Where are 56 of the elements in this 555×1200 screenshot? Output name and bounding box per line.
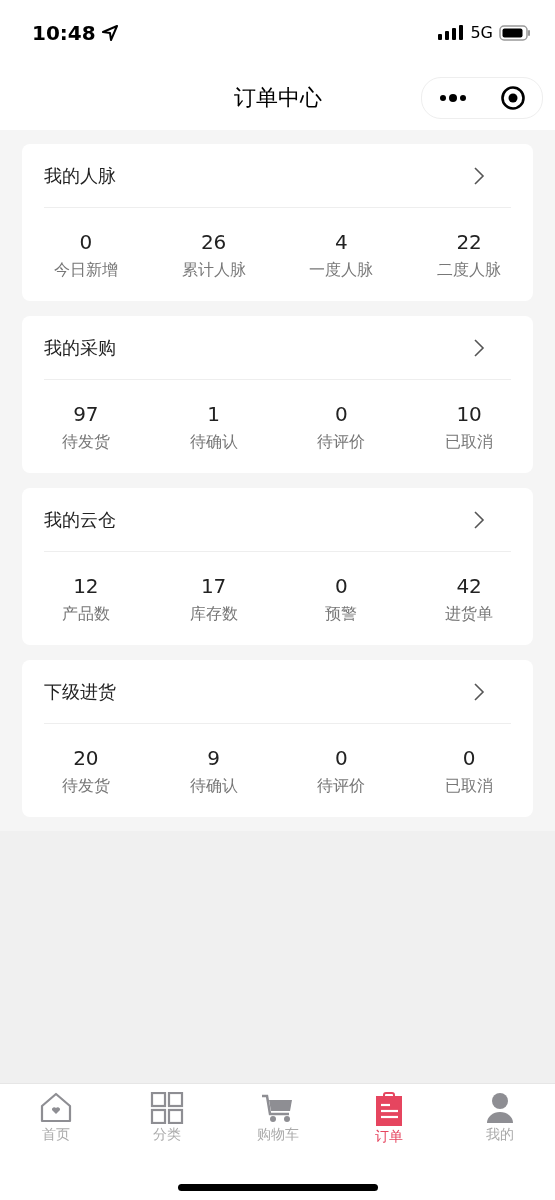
cart-icon xyxy=(260,1092,295,1124)
stat-value: 17 xyxy=(200,574,227,598)
location-arrow-icon xyxy=(101,24,118,41)
tab-item[interactable]: 购物车 xyxy=(222,1092,333,1146)
stat-value: 0 xyxy=(335,746,348,770)
stat-label: 待确认 xyxy=(189,776,238,797)
section-title: 我的云仓 xyxy=(44,507,116,532)
stat-value: 26 xyxy=(200,230,227,254)
chevron-right-icon[interactable] xyxy=(473,681,485,702)
stat-label: 进货单 xyxy=(445,604,494,625)
stat-value: 20 xyxy=(73,746,99,770)
stat-label: 二度人脉 xyxy=(437,260,502,281)
stat-value: 22 xyxy=(456,230,482,254)
tab-item[interactable]: 我的 xyxy=(444,1092,555,1146)
tab-item[interactable]: 首页 xyxy=(0,1092,111,1146)
stat-label: 今日新增 xyxy=(53,260,118,281)
stat-label: 待评价 xyxy=(317,776,366,797)
stat-value: 0 xyxy=(462,746,476,770)
more-icon[interactable] xyxy=(438,94,467,102)
stat-label: 一度人脉 xyxy=(309,260,374,281)
stat-label: 已取消 xyxy=(445,776,494,797)
stat-value: 9 xyxy=(207,746,220,770)
stat-label: 累计人脉 xyxy=(181,260,246,281)
status-time: 10:48 xyxy=(32,20,96,45)
chevron-right-icon[interactable] xyxy=(473,509,485,530)
stat-label: 待发货 xyxy=(61,432,110,453)
section-title: 我的采购 xyxy=(44,335,116,360)
grid-icon xyxy=(149,1092,184,1124)
stat-value: 12 xyxy=(73,574,99,598)
tab-item[interactable]: 分类 xyxy=(111,1092,222,1146)
stat-value: 42 xyxy=(456,574,482,598)
stat-label: 库存数 xyxy=(189,604,238,625)
chevron-right-icon[interactable] xyxy=(473,165,485,186)
section-title: 下级进货 xyxy=(44,679,116,704)
stat-value: 97 xyxy=(73,402,99,426)
home-icon xyxy=(38,1092,73,1124)
stat-value: 1 xyxy=(207,402,220,426)
signal-icon xyxy=(438,24,465,41)
stat-value: 10 xyxy=(456,402,482,426)
page-title: 订单中心 xyxy=(233,83,322,112)
stat-label: 预警 xyxy=(325,604,358,625)
stat-value: 0 xyxy=(79,230,93,254)
network-label: 5G xyxy=(470,23,493,42)
stat-label: 产品数 xyxy=(61,604,110,625)
close-icon[interactable] xyxy=(499,85,526,111)
battery-icon xyxy=(499,24,531,41)
tab-item[interactable]: 订单 xyxy=(333,1092,444,1146)
stat-label: 已取消 xyxy=(445,432,494,453)
stat-label: 待评价 xyxy=(317,432,366,453)
chevron-right-icon[interactable] xyxy=(473,337,485,358)
stat-value: 4 xyxy=(335,230,348,254)
stat-value: 0 xyxy=(335,402,348,426)
section-title: 我的人脉 xyxy=(44,163,116,188)
stat-value: 0 xyxy=(335,574,348,598)
stat-label: 待发货 xyxy=(61,776,110,797)
stat-label: 待确认 xyxy=(189,432,238,453)
